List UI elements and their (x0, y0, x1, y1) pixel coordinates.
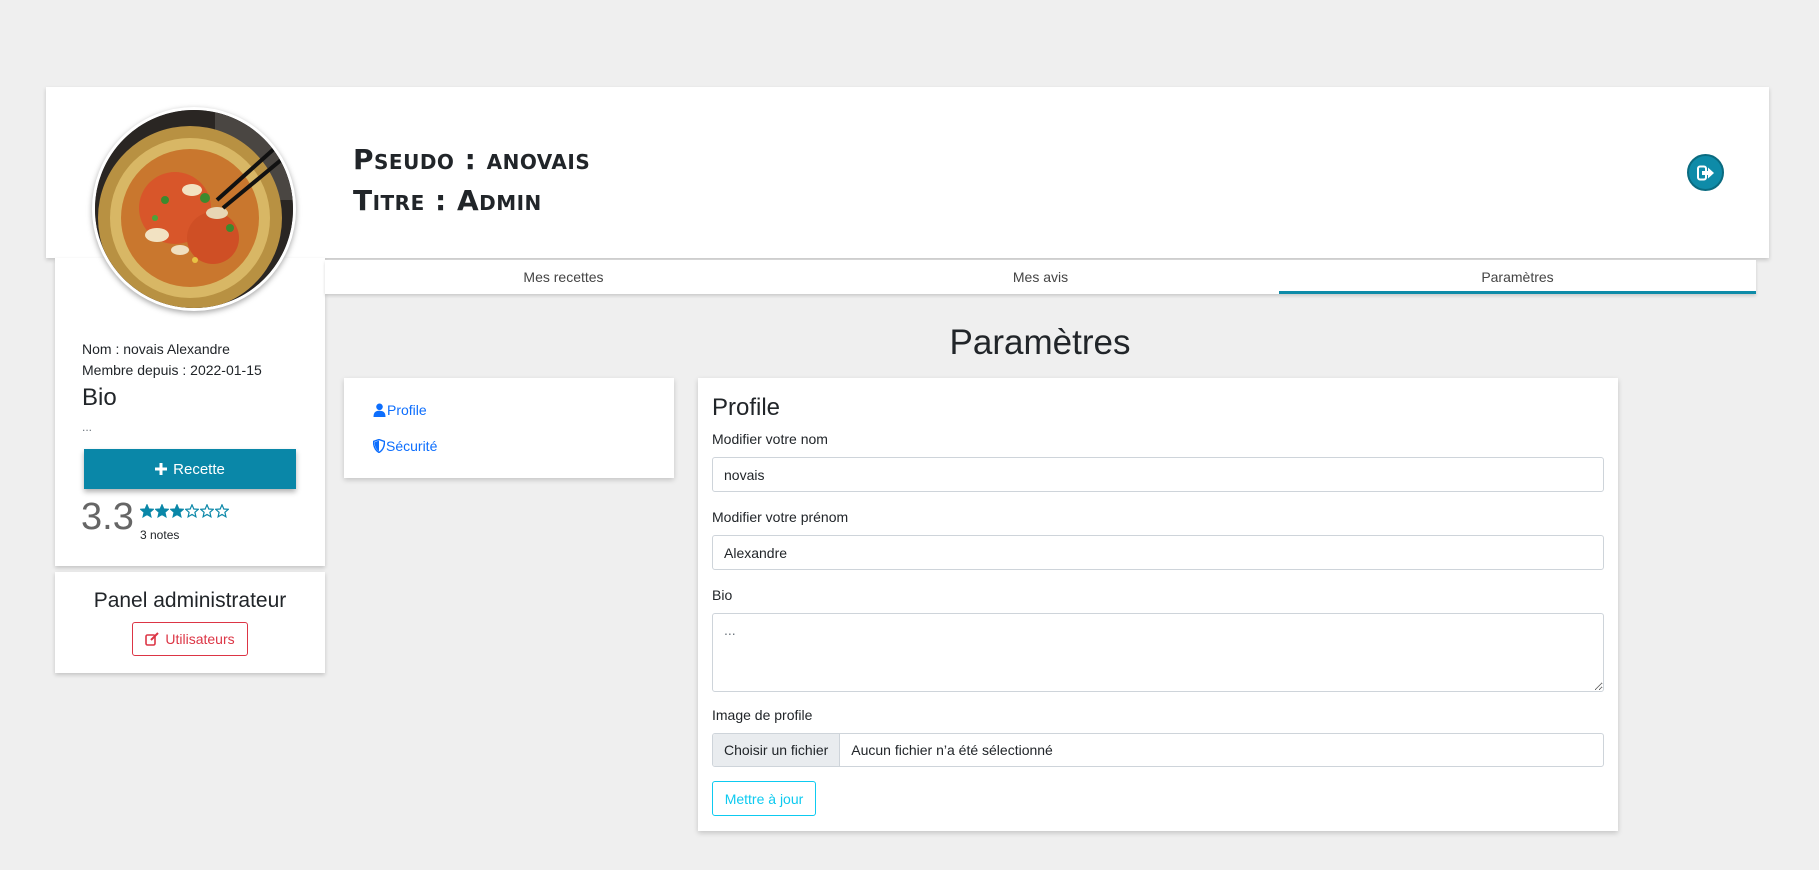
edit-icon (145, 632, 160, 646)
page-title: Paramètres (949, 323, 1131, 362)
soup-photo (95, 110, 293, 308)
user-icon (373, 403, 386, 417)
prenom-label: Modifier votre prénom (712, 509, 849, 525)
sign-out-icon (1696, 165, 1714, 180)
star-filled-icon (170, 504, 184, 518)
nom-text: Nom : novais Alexandre (82, 341, 230, 357)
admin-panel: Panel administrateur Utilisateurs (55, 572, 325, 673)
rating-stars (140, 504, 229, 518)
star-filled-icon (155, 504, 169, 518)
users-button[interactable]: Utilisateurs (132, 622, 248, 656)
star-empty-icon (215, 504, 229, 518)
star-empty-icon (185, 504, 199, 518)
add-recette-label: Recette (173, 460, 225, 478)
add-recette-button[interactable]: Recette (84, 449, 296, 489)
update-button[interactable]: Mettre à jour (712, 781, 816, 816)
star-empty-icon (200, 504, 214, 518)
plus-icon (155, 463, 168, 475)
image-file-input[interactable]: Choisir un fichier Aucun fichier n’a été… (712, 733, 1604, 767)
tab-parametres[interactable]: Paramètres (1279, 260, 1756, 294)
tab-mes-avis[interactable]: Mes avis (802, 260, 1279, 294)
nav-securite-link[interactable]: Sécurité (373, 438, 437, 454)
file-status-text: Aucun fichier n’a été sélectionné (851, 742, 1053, 758)
titre-heading: Titre : Admin (353, 184, 542, 217)
tab-mes-recettes[interactable]: Mes recettes (325, 260, 802, 294)
admin-panel-title: Panel administrateur (93, 589, 287, 612)
nom-field[interactable] (712, 457, 1604, 492)
profile-form: Profile Modifier votre nom Modifier votr… (698, 378, 1618, 831)
prenom-field[interactable] (712, 535, 1604, 570)
users-button-label: Utilisateurs (165, 631, 235, 647)
bio-label: Bio (712, 587, 733, 603)
bio-text: ... (82, 420, 93, 434)
avatar (92, 107, 296, 311)
rating-count: 3 notes (140, 528, 180, 542)
profile-header: Pseudo : anovais Titre : Admin (46, 87, 1769, 258)
choose-file-button[interactable]: Choisir un fichier (713, 734, 841, 766)
shield-icon (373, 439, 385, 453)
settings-nav: Profile Sécurité (344, 378, 674, 478)
profile-tabs: Mes recettes Mes avis Paramètres (325, 260, 1756, 294)
pseudo-heading: Pseudo : anovais (353, 143, 591, 176)
rating-value: 3.3 (81, 496, 134, 538)
bio-field[interactable] (712, 613, 1604, 692)
nav-securite-label: Sécurité (386, 438, 438, 454)
logout-button[interactable] (1687, 154, 1724, 191)
header-titles: Pseudo : anovais Titre : Admin (353, 139, 590, 221)
star-filled-icon (140, 504, 154, 518)
image-label: Image de profile (712, 707, 813, 723)
nav-profile-label: Profile (387, 402, 427, 418)
form-title: Profile (712, 394, 781, 421)
nav-profile-link[interactable]: Profile (373, 402, 427, 418)
bio-title: Bio (82, 384, 117, 411)
membre-depuis-text: Membre depuis : 2022-01-15 (82, 362, 262, 378)
nom-label: Modifier votre nom (712, 431, 828, 447)
